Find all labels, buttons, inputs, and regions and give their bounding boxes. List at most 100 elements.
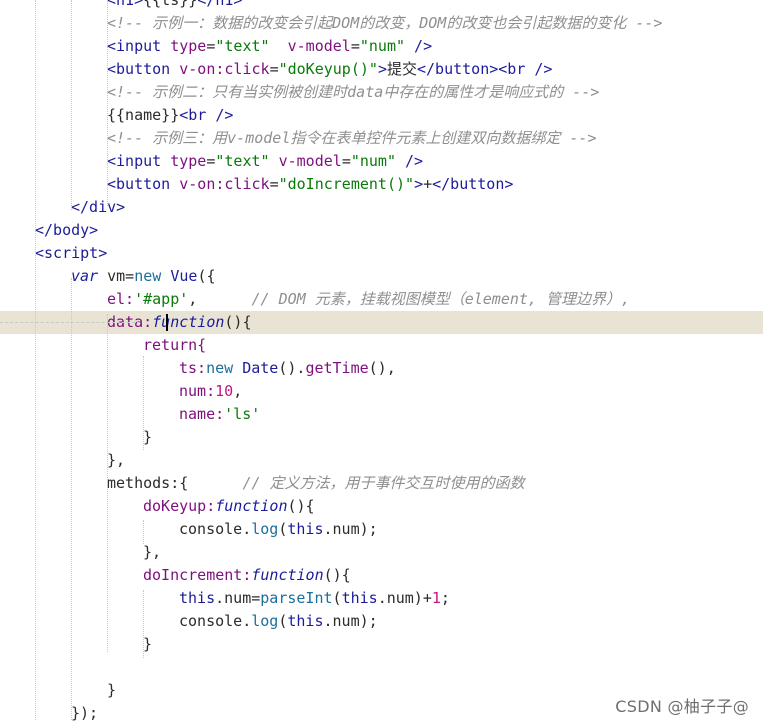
code-content: this.num=parseInt(this.num)+1; [179,587,450,610]
code-token: /> [405,37,433,55]
code-token: > [377,60,387,78]
code-line[interactable]: num:10, [0,380,763,403]
code-token: console. [179,520,252,538]
code-token: log [251,520,279,538]
code-token: name: [179,405,225,423]
code-line[interactable]: <!-- 示例三：用v-model指令在表单控件元素上创建双向数据绑定 --> [0,127,763,150]
code-content: }); [71,702,98,725]
code-line[interactable]: } [0,633,763,656]
code-line[interactable]: ts:new Date().getTime(), [0,357,763,380]
code-line[interactable]: }, [0,449,763,472]
code-token: .num= [215,589,261,607]
current-line-marker [0,322,140,323]
code-token: <br /> [498,60,553,78]
code-token: + [423,175,433,193]
code-token: function [152,313,225,331]
code-token: </button> [416,60,499,78]
code-token: <!-- 示例三：用v-model指令在表单控件元素上创建双向数据绑定 --> [107,129,597,147]
code-token: = [350,37,360,55]
code-token: ts: [179,359,207,377]
code-content: <!-- 示例一：数据的改变会引起DOM的改变，DOM的改变也会引起数据的变化 … [107,12,662,35]
code-line[interactable]: <input type="text" v-model="num" /> [0,35,763,58]
code-token: <br /> [179,106,234,124]
code-line[interactable]: } [0,426,763,449]
code-line[interactable] [0,656,763,679]
code-token: </button> [432,175,514,193]
code-token: </div> [71,198,126,216]
code-content: var vm=new Vue({ [71,265,216,288]
code-line[interactable]: var vm=new Vue({ [0,265,763,288]
indent-guide [35,0,36,720]
code-line[interactable]: console.log(this.num); [0,518,763,541]
code-token: {{ts}} [143,0,198,9]
code-token: , [233,382,243,400]
code-token: ( [332,589,342,607]
code-content: methods:{ // 定义方法，用于事件交互时使用的函数 [107,472,525,495]
code-line[interactable]: </div> [0,196,763,219]
code-token: Vue [170,267,198,285]
code-editor[interactable]: <h1>{{ts}}</h1> <!-- 示例一：数据的改变会引起DOM的改变，D… [0,0,763,725]
code-line[interactable]: <!-- 示例一：数据的改变会引起DOM的改变，DOM的改变也会引起数据的变化 … [0,12,763,35]
code-content: } [107,679,116,702]
code-line[interactable]: el:'#app', // DOM 元素，挂载视图模型（element, 管理边… [0,288,763,311]
code-token: v-on:click [179,175,270,193]
code-line[interactable]: <script> [0,242,763,265]
code-line[interactable]: }, [0,541,763,564]
code-token: ({ [197,267,216,285]
code-content: <input type="text" v-model="num" /> [107,150,423,173]
code-token: new [134,267,162,285]
code-token: console. [179,612,252,630]
code-token: parseInt [260,589,333,607]
code-line[interactable]: <!-- 示例二：只有当实例被创建时data中存在的属性才是响应式的 --> [0,81,763,104]
code-token: (), [368,359,396,377]
code-content: <input type="text" v-model="num" /> [107,35,432,58]
code-token: 'ls' [224,405,261,423]
code-token: <!-- 示例二：只有当实例被创建时data中存在的属性才是响应式的 --> [107,83,600,101]
code-content: <button v-on:click="doKeyup()">提交</butto… [107,58,552,81]
indent-guide [107,0,108,206]
code-token: }); [71,704,99,722]
indent-guide [71,278,72,720]
code-line[interactable]: doKeyup:function(){ [0,495,763,518]
code-line[interactable]: name:'ls' [0,403,763,426]
code-token: el: [107,290,135,308]
code-token: "num" [359,37,406,55]
code-token: 10 [215,382,234,400]
code-content: <h1>{{ts}}</h1> [107,0,242,12]
code-token: <button [107,60,180,78]
code-token: // DOM 元素，挂载视图模型（element, 管理边界）, [251,290,631,308]
code-token: <script> [35,244,108,262]
code-line[interactable]: <button v-on:click="doKeyup()">提交</butto… [0,58,763,81]
code-line[interactable]: return{ [0,334,763,357]
indent-guide [143,590,144,658]
code-token: <h1> [107,0,144,9]
code-token: function [251,566,324,584]
code-token: return{ [143,336,207,354]
code-token: } [143,635,153,653]
code-content: el:'#app', // DOM 元素，挂载视图模型（element, 管理边… [107,288,630,311]
code-token: v-model [287,37,351,55]
text-cursor [166,314,169,331]
code-token: 1 [431,589,441,607]
code-line[interactable]: </body> [0,219,763,242]
code-line[interactable]: <input type="text" v-model="num" /> [0,150,763,173]
code-token: .num)+ [377,589,432,607]
code-line[interactable]: <button v-on:click="doIncrement()">+</bu… [0,173,763,196]
code-content: <script> [35,242,107,265]
code-content: doKeyup:function(){ [143,495,315,518]
code-token: methods:{ [107,474,243,492]
code-line[interactable]: methods:{ // 定义方法，用于事件交互时使用的函数 [0,472,763,495]
code-line[interactable]: doIncrement:function(){ [0,564,763,587]
code-line[interactable]: this.num=parseInt(this.num)+1; [0,587,763,610]
code-token: (). [278,359,306,377]
code-line[interactable]: <h1>{{ts}}</h1> [0,0,763,12]
code-token: new [206,359,234,377]
code-token: log [251,612,279,630]
code-token: getTime [305,359,369,377]
code-token: Date [242,359,279,377]
code-line[interactable]: {{name}}<br /> [0,104,763,127]
code-line[interactable]: console.log(this.num); [0,610,763,633]
indent-guide [143,356,144,450]
